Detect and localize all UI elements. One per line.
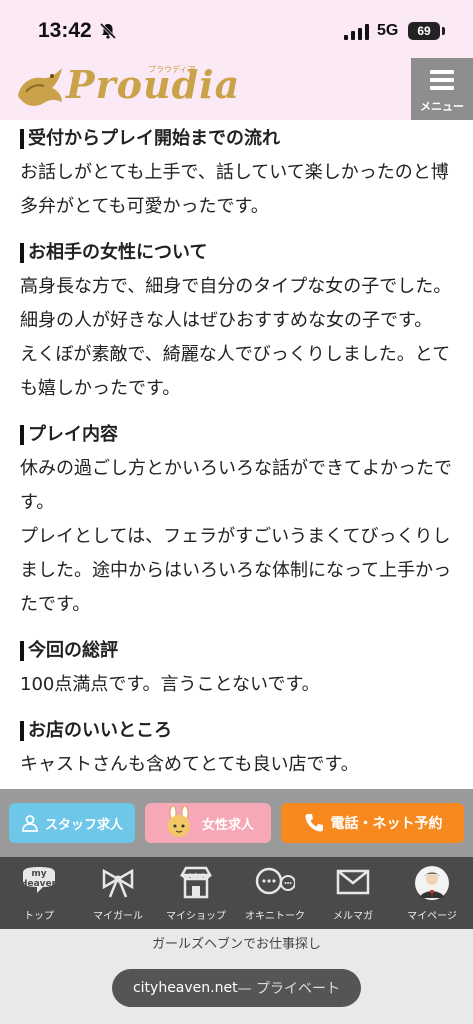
section-body: キャストさんも含めてとても良い店です。 bbox=[20, 754, 359, 775]
battery-tip bbox=[442, 27, 445, 35]
nav-label: マイガール bbox=[93, 911, 143, 922]
shop-icon bbox=[179, 866, 213, 899]
nav-item-mail-magazine[interactable]: メルマガ bbox=[314, 857, 392, 929]
section-body: 100点満点です。言うことないです。 bbox=[20, 674, 320, 695]
phone-icon bbox=[305, 814, 323, 832]
browser-footer: ガールズヘブンでお仕事探し cityheaven.net — プライベート bbox=[0, 929, 473, 1024]
nav-label: マイショップ bbox=[166, 911, 226, 922]
my-heaven-badge: my Heaven bbox=[19, 869, 59, 889]
bell-slash-icon bbox=[99, 22, 117, 40]
status-bar: 13:42 5G 69 bbox=[0, 0, 473, 58]
section-title: 受付からプレイ開始までの流れ bbox=[20, 122, 460, 156]
review-section: お相手の女性について 高身長な方で、細身で自分のタイプな女の子でした。細身の人が… bbox=[20, 236, 460, 406]
nav-label: マイページ bbox=[407, 911, 457, 922]
menu-label: メニュー bbox=[420, 100, 464, 113]
section-body: お話しがとても上手で、話していて楽しかったのと博多弁がとても可愛かったです。 bbox=[20, 162, 449, 217]
url-text: cityheaven.net bbox=[132, 980, 238, 996]
review-section: プレイ内容 休みの過ごし方とかいろいろな話ができてよかったです。 プレイとしては… bbox=[20, 418, 460, 622]
nav-item-my-girl[interactable]: マイガール bbox=[79, 857, 157, 929]
review-section: 今回の総評 100点満点です。言うことないです。 bbox=[20, 634, 460, 702]
staff-recruit-label: スタッフ求人 bbox=[44, 817, 123, 833]
avatar-icon bbox=[415, 866, 449, 900]
nav-label: メルマガ bbox=[333, 911, 373, 922]
section-body: 休みの過ごし方とかいろいろな話ができてよかったです。 プレイとしては、フェラがす… bbox=[20, 458, 452, 615]
female-recruit-label: 女性求人 bbox=[201, 817, 254, 833]
review-content: 受付からプレイ開始までの流れ お話しがとても上手で、話していて楽しかったのと博多… bbox=[20, 122, 460, 794]
ribbon-icon bbox=[102, 868, 134, 898]
section-title: 今回の総評 bbox=[20, 634, 460, 668]
nav-label: オキニトーク bbox=[245, 911, 305, 922]
nav-item-my-shop[interactable]: マイショップ bbox=[157, 857, 235, 929]
job-search-link[interactable]: ガールズヘブンでお仕事探し bbox=[0, 933, 473, 952]
staff-recruit-button[interactable]: スタッフ求人 bbox=[9, 803, 135, 843]
url-bar[interactable]: cityheaven.net — プライベート bbox=[112, 969, 361, 1007]
mail-icon bbox=[336, 869, 370, 895]
review-section: お店のいいところ キャストさんも含めてとても良い店です。 bbox=[20, 714, 460, 782]
griffin-logo-icon[interactable] bbox=[12, 62, 68, 114]
nav-item-my-page[interactable]: マイページ bbox=[393, 857, 471, 929]
battery-icon: 69 bbox=[408, 22, 440, 40]
section-title: お店のいいところ bbox=[20, 714, 460, 748]
signal-icon bbox=[344, 24, 369, 40]
phone-reserve-button[interactable]: 電話・ネット予約 bbox=[281, 803, 464, 843]
status-time: 13:42 bbox=[38, 19, 92, 42]
chat-bubbles-icon bbox=[255, 867, 295, 895]
site-header: Proudia プラウディア メニュー bbox=[0, 58, 473, 120]
section-title: お相手の女性について bbox=[20, 236, 460, 270]
bottom-nav: my Heaven トップ マイガール マイショップ オキニトーク メルマガ マ… bbox=[0, 857, 473, 929]
menu-button[interactable]: メニュー bbox=[411, 58, 473, 120]
floating-action-bar: スタッフ求人 女性求人 電話・ネット予約 bbox=[0, 789, 473, 857]
female-recruit-button[interactable]: 女性求人 bbox=[145, 803, 271, 843]
logo-kana: プラウディア bbox=[148, 65, 196, 74]
nav-item-top[interactable]: my Heaven トップ bbox=[0, 857, 78, 929]
network-label: 5G bbox=[377, 22, 399, 39]
phone-reserve-label: 電話・ネット予約 bbox=[330, 816, 443, 832]
nav-item-talk[interactable]: オキニトーク bbox=[236, 857, 314, 929]
person-icon bbox=[22, 815, 38, 832]
section-title: プレイ内容 bbox=[20, 418, 460, 452]
section-body: 高身長な方で、細身で自分のタイプな女の子でした。細身の人が好きな人はぜひおすすめ… bbox=[20, 276, 452, 399]
bunny-character-icon bbox=[167, 806, 190, 837]
hamburger-icon bbox=[430, 70, 454, 94]
url-suffix: — プライベート bbox=[237, 981, 341, 997]
nav-label: トップ bbox=[24, 911, 54, 922]
review-section: 受付からプレイ開始までの流れ お話しがとても上手で、話していて楽しかったのと博多… bbox=[20, 122, 460, 224]
